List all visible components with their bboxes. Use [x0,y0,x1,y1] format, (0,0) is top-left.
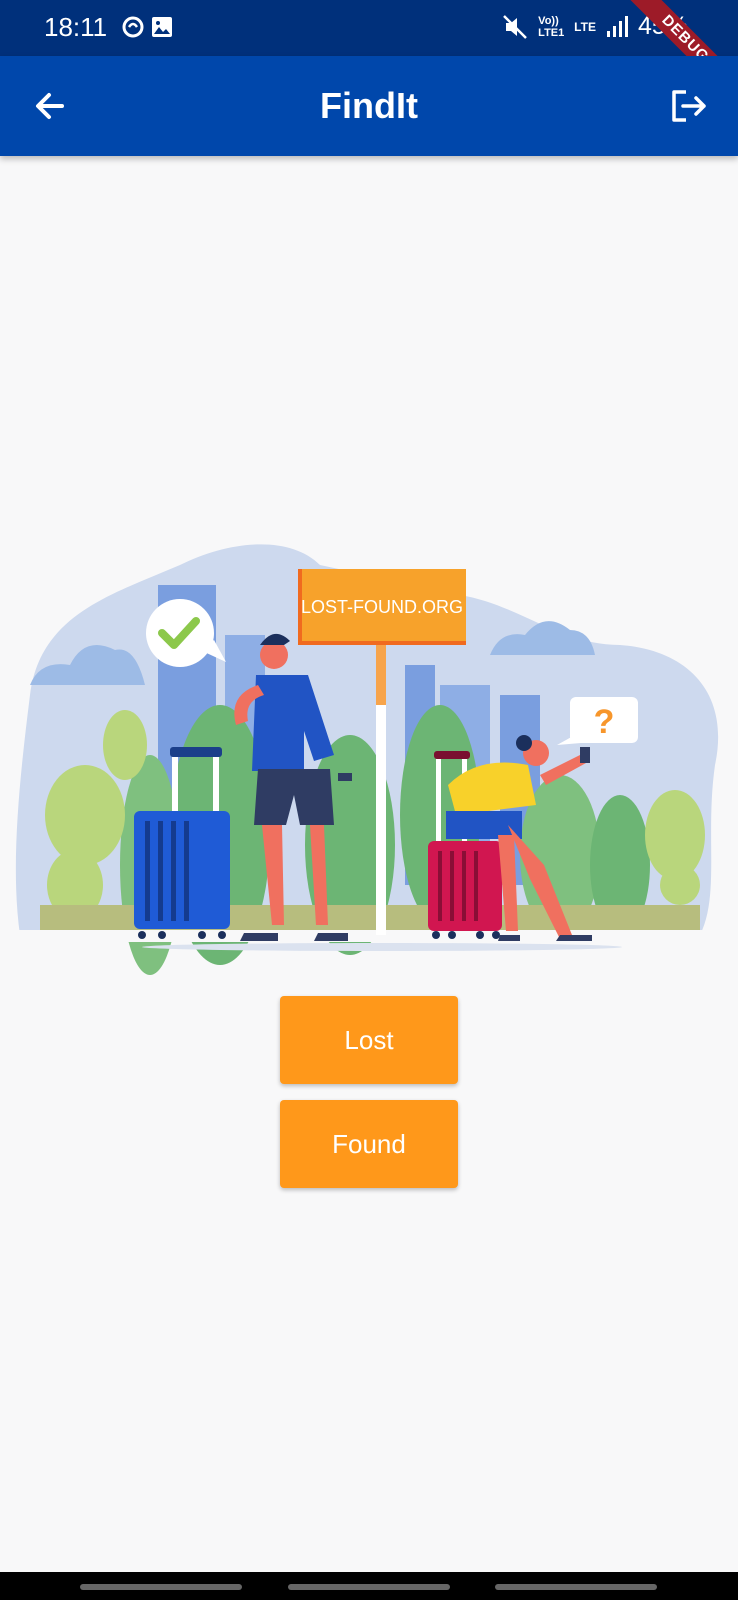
page-title: FindIt [320,85,418,126]
lost-found-illustration: LOST-FOUND.ORG ? [0,544,738,975]
nav-handle-center[interactable] [288,1584,450,1590]
notification-icons [122,14,182,45]
system-nav-bar [0,1572,738,1600]
network-label: LTE [574,19,596,34]
nav-handle-left[interactable] [80,1584,242,1590]
signal-icon [606,15,628,37]
status-bar: 18:11 Vo)) LTE1 LTE 45% DEBUG [0,0,738,107]
question-mark: ? [594,703,615,741]
mute-icon [503,14,528,39]
sign-text: LOST-FOUND.ORG [301,597,463,617]
volte-label: Vo)) LTE1 [538,14,565,39]
lost-button[interactable]: Lost [280,996,458,1084]
status-time: 18:11 [44,12,108,42]
logout-button[interactable] [668,86,708,126]
nav-handle-right[interactable] [495,1584,657,1590]
app-notification-icon [122,16,172,38]
logout-icon [672,90,706,122]
found-button[interactable]: Found [280,1100,458,1188]
app-bar: FindIt [0,56,738,156]
